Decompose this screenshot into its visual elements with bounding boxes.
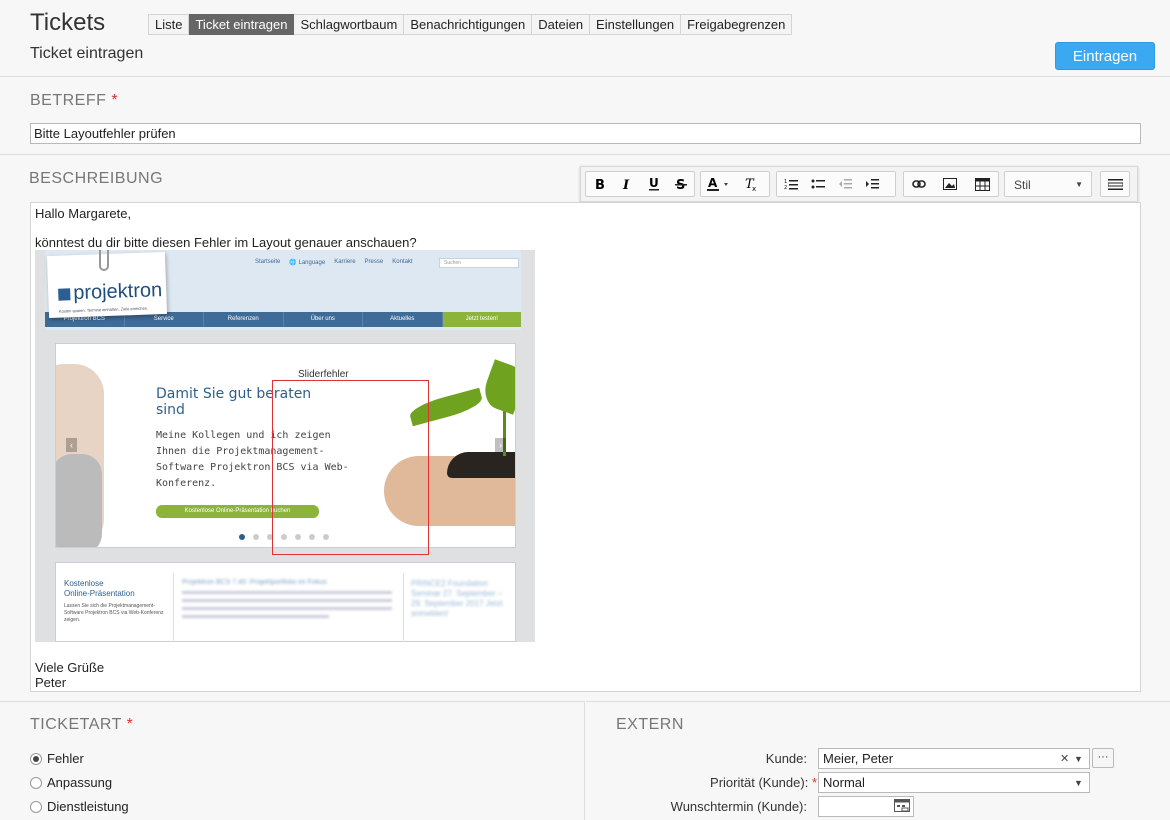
svg-text:B: B <box>595 178 605 191</box>
radio-fehler[interactable]: Fehler <box>30 751 84 766</box>
tab-freigabegrenzen[interactable]: Freigabegrenzen <box>681 14 793 35</box>
radio-checked-icon <box>30 752 42 765</box>
toolbar-group-insert <box>903 171 999 197</box>
slider-prev-icon: ‹ <box>66 438 77 452</box>
text-color-icon[interactable]: A <box>701 172 737 196</box>
betreff-label: BETREFF * <box>30 92 119 109</box>
screenshot-logo: projektron <box>72 279 163 305</box>
editor-closing: Viele Grüße <box>35 660 105 675</box>
radio-unchecked-icon <box>30 776 42 789</box>
table-icon[interactable] <box>966 172 998 196</box>
source-icon[interactable] <box>1101 172 1129 196</box>
annotation-box <box>272 380 429 555</box>
kunde-more-button[interactable]: ··· <box>1092 748 1114 768</box>
tab-benachrichtigungen[interactable]: Benachrichtigungen <box>404 14 533 35</box>
teaser-news: Projektron BCS 7.40: Projektportfolio im… <box>182 579 392 639</box>
outdent-icon[interactable] <box>831 172 858 196</box>
screenshot-teasers: Kostenlose Online-Präsentation Lassen Si… <box>55 562 516 642</box>
page-header: Tickets Ticket eintragen Liste Ticket ei… <box>0 0 1170 77</box>
wunschtermin-input[interactable] <box>818 796 914 817</box>
chevron-down-icon[interactable]: ▼ <box>1074 754 1083 764</box>
editor-signature: Peter <box>35 675 67 690</box>
eintragen-button[interactable]: Eintragen <box>1055 42 1155 70</box>
embedded-screenshot[interactable]: Startseite 🌐 Language Karriere Presse Ko… <box>35 250 535 642</box>
projektron-logo-icon <box>58 288 71 301</box>
radio-unchecked-icon <box>30 800 42 813</box>
indent-icon[interactable] <box>858 172 885 196</box>
toolbar-group-format: A Tx <box>700 171 770 197</box>
slider-dot <box>239 534 245 540</box>
underline-icon[interactable]: U <box>640 172 667 196</box>
bold-icon[interactable]: B <box>586 172 613 196</box>
tab-einstellungen[interactable]: Einstellungen <box>590 14 682 35</box>
screenshot-top-links: Startseite 🌐 Language Karriere Presse Ko… <box>255 259 413 266</box>
svg-text:x: x <box>752 185 756 191</box>
radio-dienstleistung[interactable]: Dienstleistung <box>30 799 129 814</box>
svg-text:I: I <box>622 178 630 191</box>
annotation-label: Sliderfehler <box>298 369 349 380</box>
wunschtermin-label: Wunschtermin (Kunde): <box>670 799 807 814</box>
tab-dateien[interactable]: Dateien <box>532 14 591 35</box>
paperclip-icon <box>99 250 109 271</box>
leaf-icon <box>479 359 515 415</box>
page-subtitle: Ticket eintragen <box>30 45 144 62</box>
prioritaet-label: Priorität (Kunde): * <box>710 775 817 790</box>
beschreibung-editor[interactable]: Hallo Margarete, könntest du dir bitte d… <box>30 202 1141 692</box>
image-icon[interactable] <box>934 172 966 196</box>
italic-icon[interactable]: I <box>613 172 640 196</box>
prioritaet-select[interactable]: Normal ▼ <box>818 772 1090 793</box>
remove-format-icon[interactable]: Tx <box>737 172 764 196</box>
chevron-down-icon: ▼ <box>1075 180 1083 189</box>
beschreibung-label: BESCHREIBUNG <box>29 170 164 187</box>
toolbar-group-lists: 12 <box>776 171 896 197</box>
extern-label: EXTERN <box>616 716 684 733</box>
toolbar-group-source <box>1100 171 1130 197</box>
svg-text:A: A <box>708 177 718 190</box>
editor-request: könntest du dir bitte diesen Fehler im L… <box>35 235 417 250</box>
tab-ticket-eintragen[interactable]: Ticket eintragen <box>189 14 295 35</box>
screenshot-tagline: Kosten sparen. Termine einhalten. Ziele … <box>58 305 149 314</box>
tab-liste[interactable]: Liste <box>148 14 190 35</box>
strikethrough-icon[interactable]: S <box>667 172 694 196</box>
numbered-list-icon[interactable]: 12 <box>777 172 804 196</box>
screenshot-search: Suchen <box>439 258 519 268</box>
ticketart-label: TICKETART * <box>30 716 134 733</box>
style-select[interactable]: Stil ▼ <box>1004 171 1092 197</box>
style-select-label: Stil <box>1014 178 1031 192</box>
link-icon[interactable] <box>904 172 934 196</box>
kunde-label: Kunde: <box>765 751 807 766</box>
tab-bar: Liste Ticket eintragen Schlagwortbaum Be… <box>148 14 793 35</box>
chevron-down-icon[interactable]: ▼ <box>1074 778 1083 788</box>
svg-text:2: 2 <box>784 185 787 190</box>
radio-anpassung[interactable]: Anpassung <box>30 775 112 790</box>
slider-next-icon: › <box>495 438 506 452</box>
clear-icon[interactable]: ✕ <box>1060 752 1069 765</box>
svg-text:U: U <box>649 177 659 190</box>
calendar-icon[interactable] <box>894 799 910 815</box>
editor-greeting: Hallo Margarete, <box>35 206 132 221</box>
editor-toolbar: B I U S A Tx 12 Stil ▼ <box>580 166 1138 202</box>
tab-schlagwortbaum[interactable]: Schlagwortbaum <box>294 14 405 35</box>
slider-dot <box>253 534 259 540</box>
woman-shoulder <box>56 454 102 547</box>
teaser-event: PRINCE2 Foundation Seminar 27. September… <box>411 579 503 618</box>
teaser-presentation: Kostenlose Online-Präsentation Lassen Si… <box>64 579 164 623</box>
app-title: Tickets <box>30 9 106 36</box>
betreff-input[interactable] <box>30 123 1141 144</box>
toolbar-group-basic: B I U S <box>585 171 695 197</box>
bullet-list-icon[interactable] <box>804 172 831 196</box>
kunde-select[interactable]: Meier, Peter ✕ ▼ <box>818 748 1090 769</box>
